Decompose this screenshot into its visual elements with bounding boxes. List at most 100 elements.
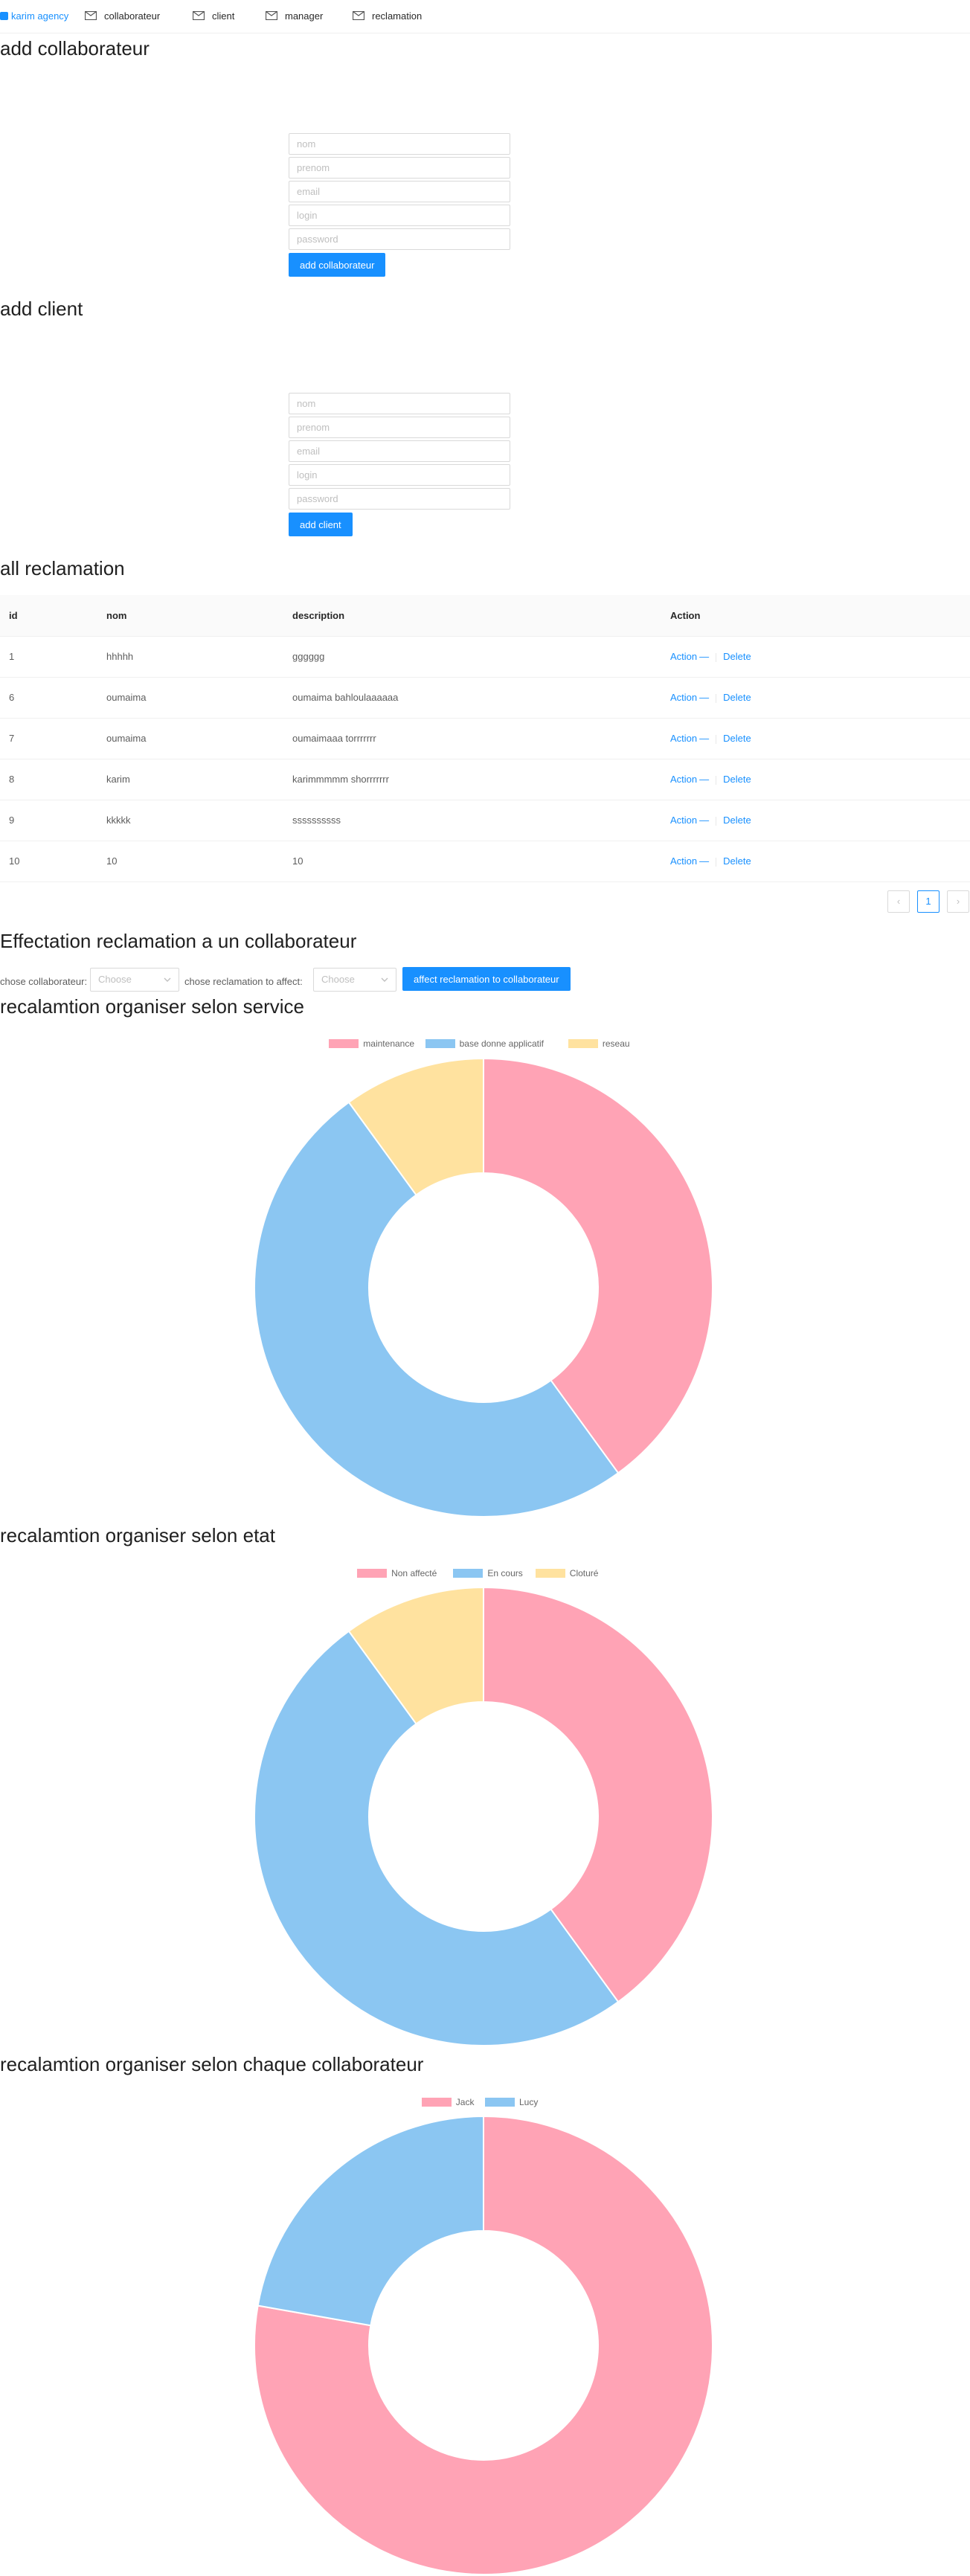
- client-prenom-input[interactable]: [289, 417, 510, 438]
- cell-description: 10: [292, 855, 303, 867]
- legend-item[interactable]: maintenance: [329, 1036, 414, 1051]
- legend-swatch: [568, 1038, 598, 1048]
- action-dropdown-link[interactable]: Action —: [670, 692, 709, 703]
- legend-item[interactable]: Cloturé: [535, 1566, 598, 1581]
- nav-item-reclamation[interactable]: reclamation: [352, 0, 422, 33]
- chart-collaborateur-title: recalamtion organiser selon chaque colla…: [0, 2053, 424, 2075]
- table-row: 8 karim karimmmmm shorrrrrrr Action — Delete: [0, 759, 970, 800]
- affect-reclamation-button[interactable]: affect reclamation to collaborateur: [402, 967, 571, 991]
- collab-form-title: add collaborateur: [0, 37, 150, 60]
- legend-item[interactable]: En cours: [453, 1566, 523, 1581]
- chart-etat-title: recalamtion organiser selon etat: [0, 1524, 275, 1546]
- nav-item-collaborateur[interactable]: collaborateur: [84, 0, 160, 33]
- donut-slice-lucy[interactable]: [257, 2115, 484, 2327]
- chart-service-title: recalamtion organiser selon service: [0, 995, 304, 1018]
- delete-link[interactable]: Delete: [723, 774, 751, 785]
- reclamation-select[interactable]: Choose: [313, 968, 396, 992]
- client-email-input[interactable]: [289, 440, 510, 462]
- legend-item[interactable]: Non affecté: [357, 1566, 437, 1581]
- chart-collaborateur-donut: [254, 2115, 713, 2575]
- table-body: 1 hhhhh gggggg Action — Delete 6 oumaima oumaima…: [0, 637, 970, 882]
- affectation-title: Effectation reclamation a un collaborate…: [0, 930, 357, 952]
- pagination-prev-button[interactable]: ‹: [887, 890, 910, 913]
- legend-swatch: [535, 1568, 565, 1578]
- ellipsis-icon: —: [699, 733, 710, 744]
- chart-service-legend: maintenance base donne applicatif reseau: [0, 1036, 970, 1051]
- legend-item[interactable]: Jack: [421, 2095, 475, 2110]
- cell-action: Action — Delete: [670, 637, 751, 677]
- delete-link[interactable]: Delete: [723, 733, 751, 744]
- mail-icon: [84, 10, 97, 21]
- chevron-down-icon: [164, 977, 171, 982]
- collab-email-input[interactable]: [289, 181, 510, 202]
- cell-description: oumaimaaa torrrrrrr: [292, 733, 376, 744]
- cell-action: Action — Delete: [670, 841, 751, 881]
- delete-link[interactable]: Delete: [723, 855, 751, 867]
- cell-id: 9: [9, 815, 15, 826]
- legend-swatch: [357, 1568, 388, 1578]
- legend-swatch: [425, 1038, 455, 1048]
- add-collaborateur-button[interactable]: add collaborateur: [289, 253, 386, 277]
- nav-item-label: client: [212, 10, 235, 22]
- collab-prenom-input[interactable]: [289, 157, 510, 179]
- nav-item-manager[interactable]: manager: [265, 0, 323, 33]
- reclamation-table-title: all reclamation: [0, 557, 125, 579]
- legend-item[interactable]: base donne applicatif: [425, 1036, 544, 1051]
- add-client-button[interactable]: add client: [289, 513, 353, 536]
- top-nav: karim agency collaborateur client manage…: [0, 0, 970, 33]
- cell-description: oumaima bahloulaaaaaa: [292, 692, 399, 703]
- reclamation-table: id nom description Action 1 hhhhh gggggg Ac…: [0, 595, 970, 882]
- nav-brand[interactable]: karim agency: [0, 0, 68, 33]
- action-dropdown-link[interactable]: Action —: [670, 815, 709, 826]
- collab-password-input[interactable]: [289, 228, 510, 250]
- action-dropdown-link[interactable]: Action —: [670, 855, 709, 867]
- client-password-input[interactable]: [289, 488, 510, 510]
- legend-label: maintenance: [363, 1038, 415, 1049]
- collab-login-input[interactable]: [289, 205, 510, 226]
- legend-item[interactable]: reseau: [568, 1036, 630, 1051]
- collab-select-placeholder: Choose: [98, 974, 132, 985]
- reclamation-select-label: chose reclamation to affect:: [184, 976, 303, 987]
- action-dropdown-link[interactable]: Action —: [670, 774, 709, 785]
- client-nom-input[interactable]: [289, 393, 510, 414]
- collab-nom-input[interactable]: [289, 133, 510, 155]
- table-row: 1 hhhhh gggggg Action — Delete: [0, 637, 970, 678]
- pagination-page-1[interactable]: 1: [917, 890, 940, 913]
- legend-item[interactable]: Lucy: [485, 2095, 538, 2110]
- action-link-label: Action: [670, 815, 698, 826]
- legend-swatch: [485, 2097, 515, 2107]
- delete-link[interactable]: Delete: [723, 815, 751, 826]
- table-row: 7 oumaima oumaimaaa torrrrrrr Action — Delete: [0, 719, 970, 759]
- mail-icon: [192, 10, 205, 21]
- delete-link[interactable]: Delete: [723, 692, 751, 703]
- legend-swatch: [421, 2097, 452, 2107]
- delete-link[interactable]: Delete: [723, 651, 751, 662]
- nav-brand-label: karim agency: [11, 10, 69, 22]
- pagination-next-button[interactable]: ›: [947, 890, 969, 913]
- header-action: Action: [670, 610, 701, 621]
- action-dropdown-link[interactable]: Action —: [670, 733, 709, 744]
- collab-select[interactable]: Choose: [90, 968, 179, 992]
- cell-id: 1: [9, 651, 15, 662]
- legend-label: Jack: [455, 2097, 475, 2107]
- action-link-label: Action: [670, 651, 698, 662]
- ellipsis-icon: —: [699, 815, 710, 826]
- cell-description: karimmmmm shorrrrrrr: [292, 774, 389, 785]
- legend-label: Non affecté: [391, 1568, 437, 1578]
- cell-nom: kkkkk: [106, 815, 131, 826]
- chart-service-donut: [254, 1057, 713, 1517]
- cell-id: 8: [9, 774, 15, 785]
- table-header: id nom description Action: [0, 595, 970, 637]
- collab-select-label: chose collaborateur:: [0, 976, 88, 987]
- chevron-down-icon: [381, 977, 388, 982]
- nav-item-client[interactable]: client: [192, 0, 235, 33]
- client-login-input[interactable]: [289, 464, 510, 486]
- chart-etat-legend: Non affecté En cours Cloturé: [0, 1566, 970, 1581]
- cell-description: ssssssssss: [292, 815, 341, 826]
- legend-label: base donne applicatif: [459, 1038, 545, 1049]
- cell-id: 6: [9, 692, 15, 703]
- chart-etat-donut: [254, 1586, 713, 2046]
- action-dropdown-link[interactable]: Action —: [670, 651, 709, 662]
- client-form-title: add client: [0, 298, 83, 320]
- table-row: 10 10 10 Action — Delete: [0, 841, 970, 882]
